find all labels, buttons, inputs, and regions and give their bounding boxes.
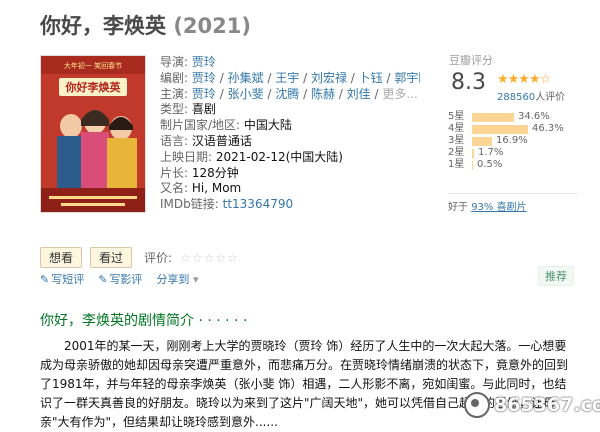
rating-bar-pct: 16.9%: [496, 135, 528, 146]
aka-label: 又名:: [160, 181, 189, 196]
synopsis-title: 你好，李焕英的剧情简介 · · · · · ·: [40, 313, 248, 329]
share-bar: ✎ 写短评 ✎ 写影评 分享到 ▾: [40, 271, 198, 287]
poster-image: 大年初一 笑回春节 你好李焕英: [41, 56, 145, 212]
writer-link[interactable]: 刘宏禄: [311, 71, 347, 85]
imdb-label: IMDb链接:: [160, 197, 219, 212]
cast-link[interactable]: 陈赫: [311, 87, 335, 101]
rating-bar: [472, 160, 473, 170]
write-short-label: 写短评: [51, 273, 85, 286]
pencil-icon: ✎: [98, 273, 108, 286]
imdb-link[interactable]: tt13364790: [223, 197, 294, 211]
cast-more-link[interactable]: 更多...: [382, 87, 417, 101]
rating-bar: [472, 124, 528, 134]
rating-bar-label: 2星: [448, 147, 465, 158]
rating-bar-pct: 0.5%: [477, 159, 503, 170]
rating-bar-row: 1星 0.5%: [448, 159, 564, 171]
rating-score: 8.3: [451, 70, 486, 95]
language-row: 语言: 汉语普通话: [160, 134, 420, 150]
rating-distribution: 5星 34.6% 4星 46.3% 3星 16.9% 2星 1.7% 1星 0.5%: [448, 111, 564, 171]
rating-bar-row: 2星 1.7%: [448, 147, 564, 159]
rating-bar-row: 4星 46.3%: [448, 123, 564, 135]
share-link[interactable]: 分享到 ▾: [156, 271, 198, 287]
share-label: 分享到: [156, 273, 190, 286]
rating-bar-label: 4星: [448, 123, 465, 134]
rating-bar-pct: 46.3%: [532, 123, 564, 134]
rating-bar: [472, 136, 492, 146]
writer-link[interactable]: 孙集斌: [228, 71, 264, 85]
movie-title: 你好，李焕英: [40, 14, 166, 38]
better-than: 好于 93% 喜剧片: [448, 193, 578, 213]
writer-link[interactable]: 郭宇鹏: [394, 71, 420, 85]
language-value: 汉语普通话: [191, 133, 252, 148]
rating-bar-row: 5星 34.6%: [448, 111, 564, 123]
rating-count-suffix: 人评价: [535, 92, 566, 103]
want-button[interactable]: 想看: [40, 247, 83, 268]
watermark-logo-icon: [464, 392, 490, 418]
rate-stars-input[interactable]: ☆☆☆☆☆: [180, 251, 239, 265]
cast-row: 主演: 贾玲 / 张小斐 / 沈腾 / 陈赫 / 刘佳 / 更多...: [160, 86, 418, 101]
movie-poster[interactable]: 大年初一 笑回春节 你好李焕英: [40, 55, 146, 213]
rating-count-link[interactable]: 288560: [497, 92, 535, 103]
better-prefix: 好于: [448, 202, 468, 213]
director-label: 导演:: [160, 55, 189, 69]
release-value: 2021-02-12(中国大陆): [215, 149, 343, 164]
cast-link[interactable]: 刘佳: [347, 87, 371, 101]
rating-bar-pct: 34.6%: [518, 111, 550, 122]
director-row: 导演: 贾玲: [160, 55, 420, 71]
cast-link[interactable]: 贾玲: [192, 87, 216, 101]
cast-label: 主演:: [160, 86, 189, 101]
rating-bar: [472, 148, 474, 158]
aka-row: 又名: Hi, Mom: [160, 181, 420, 197]
rating-bar-label: 3星: [448, 135, 465, 146]
write-review-label: 写影评: [109, 273, 143, 286]
better-link[interactable]: 93% 喜剧片: [471, 202, 526, 213]
release-label: 上映日期:: [160, 149, 213, 164]
runtime-value: 128分钟: [191, 165, 239, 180]
writer-link[interactable]: 王宇: [275, 71, 299, 85]
rating-label: 豆瓣评分: [449, 54, 493, 67]
country-value: 中国大陆: [243, 118, 292, 133]
seen-button[interactable]: 看过: [90, 247, 133, 268]
poster-calligraphy: 你好李焕英: [65, 80, 122, 94]
rate-label: 评价:: [144, 251, 173, 265]
watermark-text: 865367.com: [494, 394, 600, 416]
recommend-button[interactable]: 推荐: [538, 266, 574, 286]
rating-count[interactable]: 288560人评价: [497, 88, 565, 103]
action-bar: 想看 看过 评价: ☆☆☆☆☆: [40, 247, 239, 268]
writers-row: 编剧: 贾玲 / 孙集斌 / 王宇 / 刘宏禄 / 卜钰 / 郭宇鹏: [160, 71, 420, 87]
aka-value: Hi, Mom: [191, 181, 242, 196]
writers-label: 编剧:: [160, 70, 189, 85]
page-title: 你好，李焕英 (2021): [40, 10, 251, 40]
watermark: 865367.com: [464, 392, 600, 418]
write-short-link[interactable]: ✎ 写短评: [40, 271, 84, 287]
rating-bar: [472, 112, 514, 122]
rating-bar-pct: 1.7%: [478, 147, 504, 158]
country-row: 制片国家/地区: 中国大陆: [160, 118, 420, 134]
pencil-icon: ✎: [40, 273, 50, 286]
release-row: 上映日期: 2021-02-12(中国大陆): [160, 150, 420, 166]
imdb-row: IMDb链接: tt13364790: [160, 197, 420, 213]
director-link[interactable]: 贾玲: [192, 55, 216, 69]
rating-stars-icon: ★★★★☆: [497, 72, 551, 87]
runtime-label: 片长:: [160, 165, 189, 180]
rating-bar-label: 5星: [448, 111, 465, 122]
movie-year: (2021): [173, 14, 251, 38]
writer-link[interactable]: 贾玲: [192, 71, 216, 85]
country-label: 制片国家/地区:: [160, 118, 241, 133]
write-review-link[interactable]: ✎ 写影评: [98, 271, 142, 287]
runtime-row: 片长: 128分钟: [160, 166, 420, 182]
poster-banner: 大年初一 笑回春节: [64, 61, 122, 70]
rating-bar-label: 1星: [448, 159, 465, 170]
genre-label: 类型:: [160, 102, 189, 117]
genre-value: 喜剧: [191, 102, 216, 117]
cast-link[interactable]: 张小斐: [228, 87, 264, 101]
cast-link[interactable]: 沈腾: [275, 87, 299, 101]
chevron-down-icon: ▾: [192, 273, 199, 286]
genre-row: 类型: 喜剧: [160, 102, 420, 118]
writer-link[interactable]: 卜钰: [359, 71, 383, 85]
language-label: 语言:: [160, 133, 189, 148]
movie-info: 导演: 贾玲 编剧: 贾玲 / 孙集斌 / 王宇 / 刘宏禄 / 卜钰 / 郭宇…: [160, 55, 420, 213]
rating-bar-row: 3星 16.9%: [448, 135, 564, 147]
